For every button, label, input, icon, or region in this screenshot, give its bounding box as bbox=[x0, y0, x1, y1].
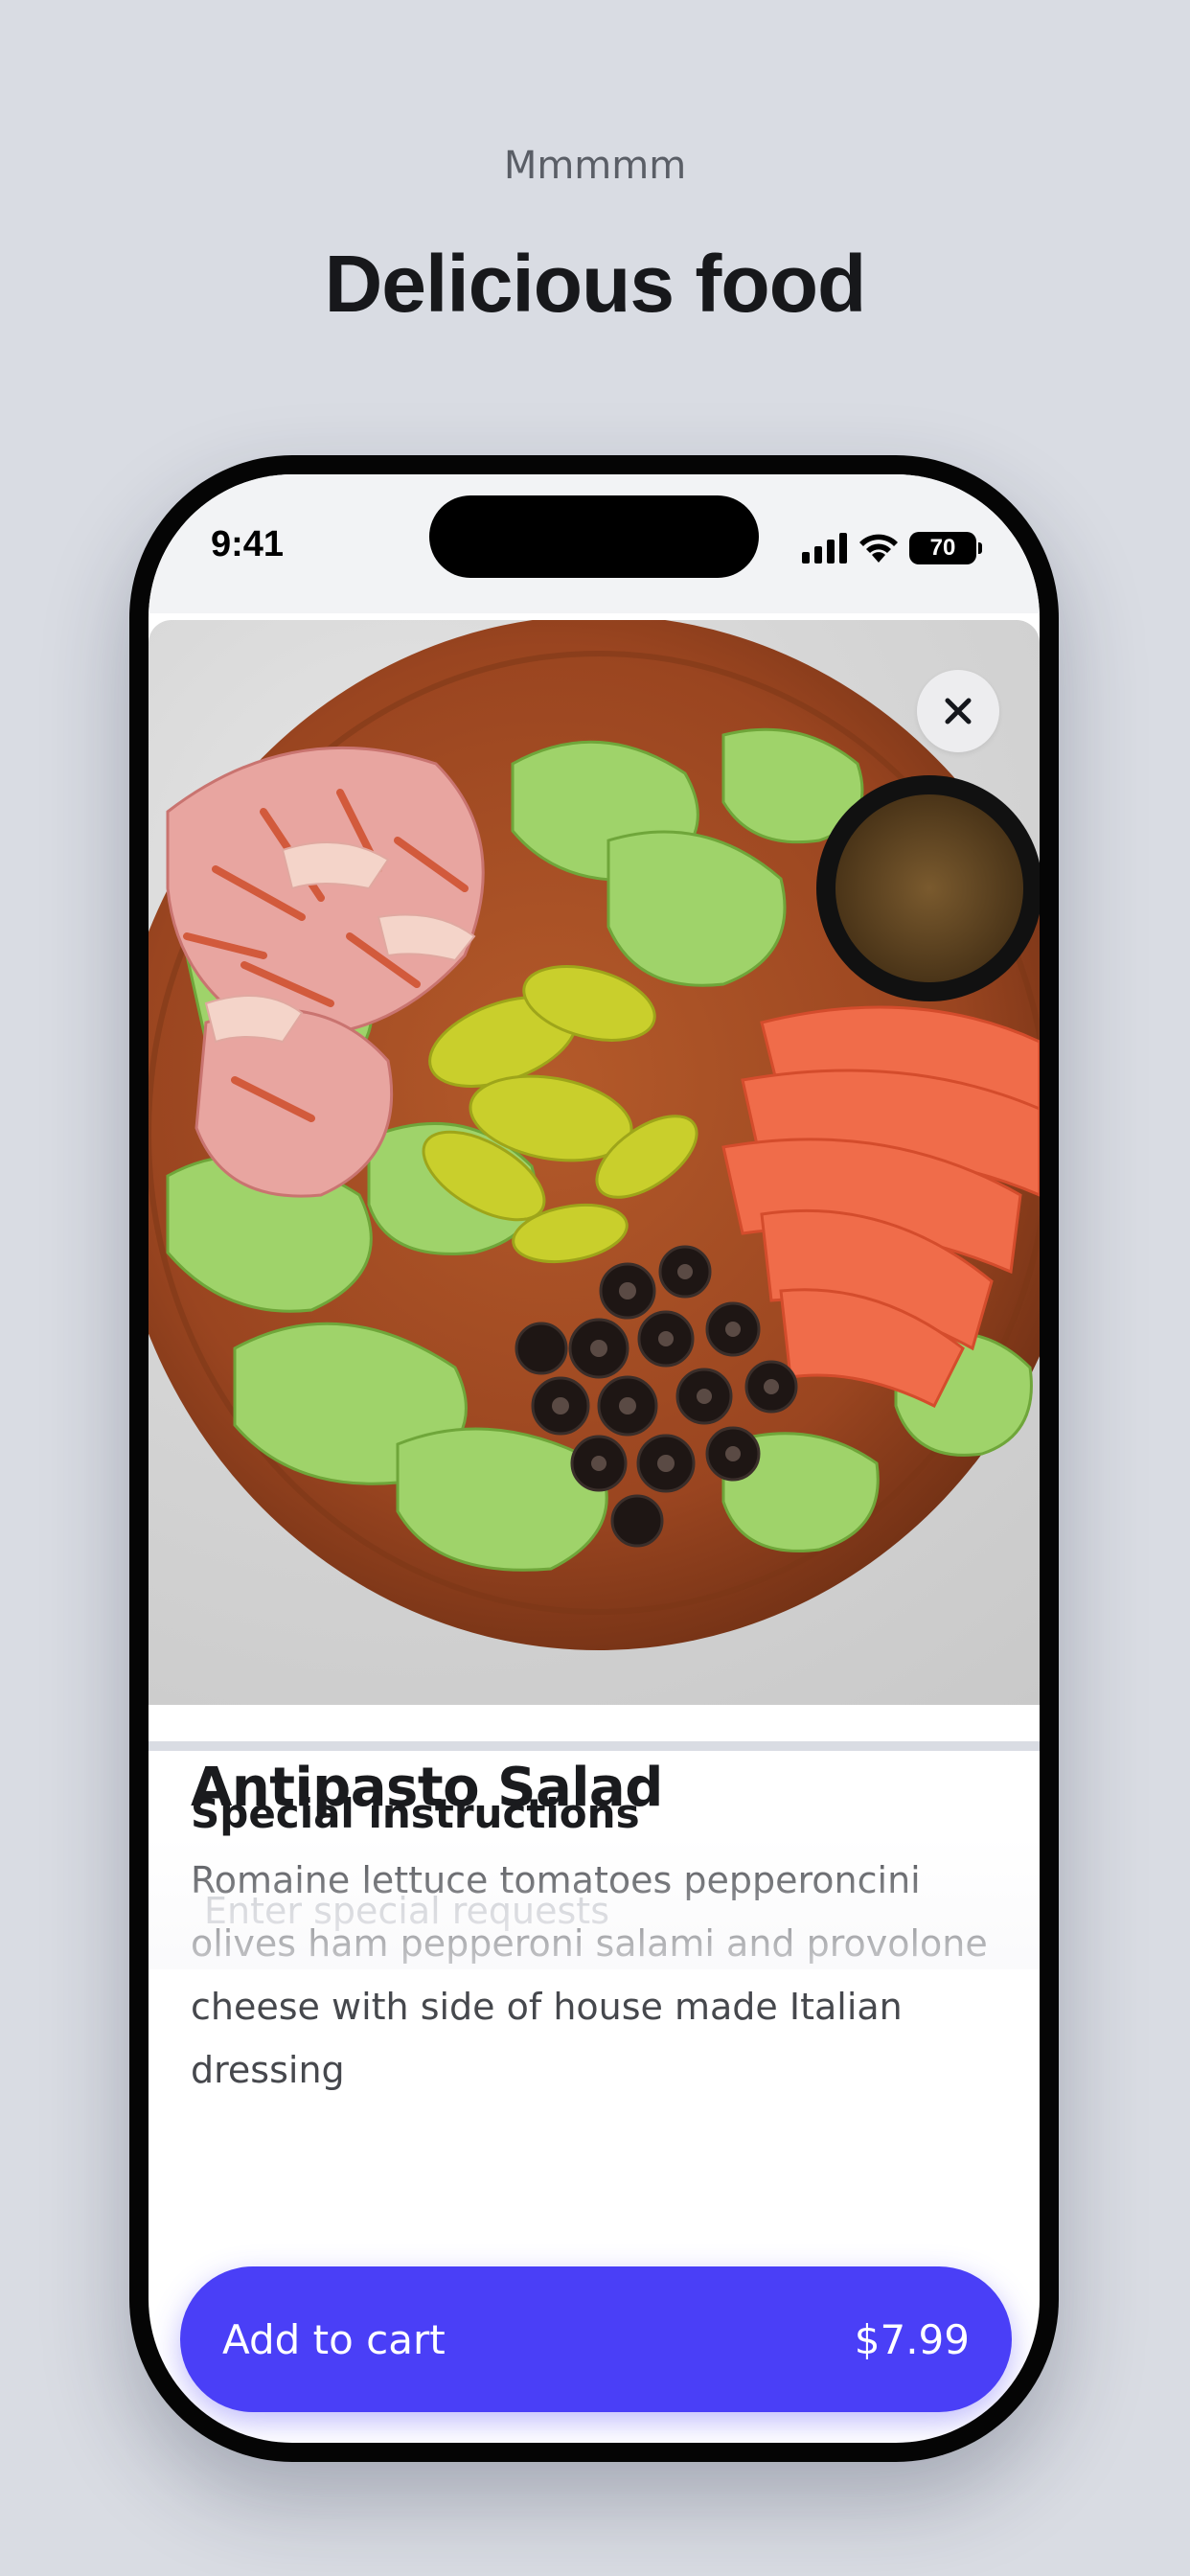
status-bar: 9:41 70 bbox=[149, 474, 1040, 613]
special-instructions-title: Special instructions bbox=[191, 1790, 640, 1837]
page-title: Delicious food bbox=[324, 239, 867, 329]
signal-icon bbox=[802, 533, 847, 564]
phone-frame: 9:41 70 Antipasto Salad Romaine lettuce … bbox=[129, 455, 1059, 2462]
close-button[interactable] bbox=[917, 670, 999, 752]
status-time: 9:41 bbox=[211, 524, 285, 564]
add-to-cart-label: Add to cart bbox=[222, 2315, 446, 2363]
battery-level: 70 bbox=[929, 535, 956, 561]
special-instructions-input[interactable] bbox=[202, 1881, 973, 1941]
dynamic-island bbox=[429, 495, 759, 578]
eyebrow-text: Mmmmm bbox=[503, 144, 687, 188]
wifi-icon bbox=[859, 534, 898, 563]
section-divider bbox=[149, 1741, 1040, 1751]
close-icon bbox=[945, 698, 972, 724]
food-image bbox=[149, 620, 1040, 1705]
phone-screen: 9:41 70 Antipasto Salad Romaine lettuce … bbox=[149, 474, 1040, 2443]
add-to-cart-button[interactable]: Add to cart $7.99 bbox=[180, 2266, 1012, 2412]
cart-price: $7.99 bbox=[854, 2315, 970, 2363]
battery-icon: 70 bbox=[909, 532, 982, 564]
salad-illustration bbox=[149, 620, 1040, 1650]
status-icons: 70 bbox=[802, 530, 982, 566]
